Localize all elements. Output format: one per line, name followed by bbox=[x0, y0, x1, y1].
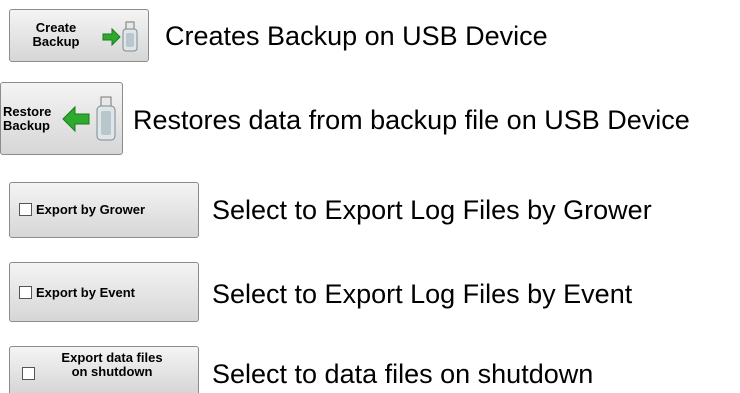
restore-backup-label-line1: Restore bbox=[3, 104, 52, 119]
restore-backup-button[interactable]: Restore Backup bbox=[0, 82, 123, 155]
export-on-shutdown-label: Export data files on shutdown bbox=[42, 351, 182, 379]
create-backup-label-line1: Create bbox=[35, 20, 77, 35]
export-on-shutdown-label-line1: Export data files bbox=[61, 350, 163, 365]
usb-restore-icon bbox=[62, 96, 116, 141]
export-by-grower-description: Select to Export Log Files by Grower bbox=[212, 195, 652, 225]
export-by-event-description: Select to Export Log Files by Event bbox=[212, 279, 633, 309]
export-by-event-checkbox[interactable] bbox=[19, 286, 32, 299]
export-on-shutdown-checkbox[interactable] bbox=[22, 367, 35, 380]
create-backup-button[interactable]: Create Backup bbox=[9, 9, 149, 62]
export-by-grower-label: Export by Grower bbox=[36, 202, 146, 217]
export-by-event-label: Export by Event bbox=[36, 285, 135, 300]
restore-backup-label-line2: Backup bbox=[3, 118, 50, 133]
create-backup-label: Create Backup bbox=[16, 21, 96, 49]
usb-backup-icon bbox=[102, 21, 138, 52]
export-by-grower-button[interactable]: Export by Grower bbox=[9, 182, 199, 238]
export-on-shutdown-button[interactable]: Export data files on shutdown bbox=[9, 346, 199, 393]
restore-backup-description: Restores data from backup file on USB De… bbox=[133, 105, 690, 135]
create-backup-label-line2: Backup bbox=[32, 34, 80, 49]
export-on-shutdown-label-line2: on shutdown bbox=[71, 364, 153, 379]
export-by-grower-checkbox[interactable] bbox=[19, 203, 32, 216]
export-on-shutdown-description: Select to data files on shutdown bbox=[212, 359, 594, 389]
export-by-event-button[interactable]: Export by Event bbox=[9, 262, 199, 322]
create-backup-description: Creates Backup on USB Device bbox=[165, 21, 548, 51]
restore-backup-label: Restore Backup bbox=[3, 105, 59, 133]
